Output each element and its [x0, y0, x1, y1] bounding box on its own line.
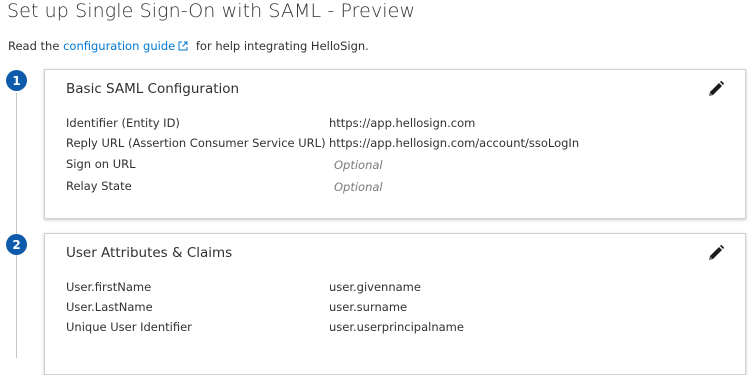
intro-prefix: Read the: [8, 39, 60, 53]
field-value-sign-on-url: Optional: [334, 158, 383, 172]
claim-value-first-name: user.givenname: [329, 280, 421, 294]
configuration-guide-link[interactable]: configuration guide: [63, 39, 175, 53]
field-label-relay-state: Relay State: [66, 179, 132, 193]
external-link-icon[interactable]: [178, 40, 188, 51]
field-label-identifier: Identifier (Entity ID): [66, 116, 180, 130]
intro-suffix: for help integrating HelloSign.: [195, 39, 369, 53]
field-label-reply-url: Reply URL (Assertion Consumer Service UR…: [66, 136, 326, 150]
field-label-sign-on-url: Sign on URL: [66, 157, 136, 171]
pencil-icon: [709, 80, 725, 96]
user-attributes-claims-card: User Attributes & Claims User.firstName …: [44, 233, 746, 375]
step-2-badge: 2: [6, 234, 27, 255]
field-value-relay-state: Optional: [334, 180, 383, 194]
claim-label-first-name: User.firstName: [66, 280, 152, 294]
page-title: Set up Single Sign-On with SAML - Previe…: [7, 0, 416, 22]
pencil-icon: [709, 244, 725, 260]
edit-user-attributes-button[interactable]: [707, 244, 725, 262]
step-1-badge: 1: [6, 70, 27, 91]
claim-value-last-name: user.surname: [329, 300, 408, 314]
field-value-identifier: https://app.hellosign.com: [329, 116, 476, 130]
claim-value-unique-user-identifier: user.userprincipalname: [329, 320, 464, 334]
basic-saml-configuration-card: Basic SAML Configuration Identifier (Ent…: [44, 69, 746, 219]
card-title: Basic SAML Configuration: [66, 81, 240, 97]
claim-label-unique-user-identifier: Unique User Identifier: [66, 320, 192, 334]
edit-basic-saml-button[interactable]: [707, 80, 725, 98]
claim-label-last-name: User.LastName: [66, 300, 153, 314]
step-connector-line: [16, 93, 17, 358]
field-value-reply-url: https://app.hellosign.com/account/ssoLog…: [329, 136, 580, 150]
intro-text: Read the configuration guide for help in…: [8, 39, 369, 53]
card-title: User Attributes & Claims: [66, 245, 233, 261]
